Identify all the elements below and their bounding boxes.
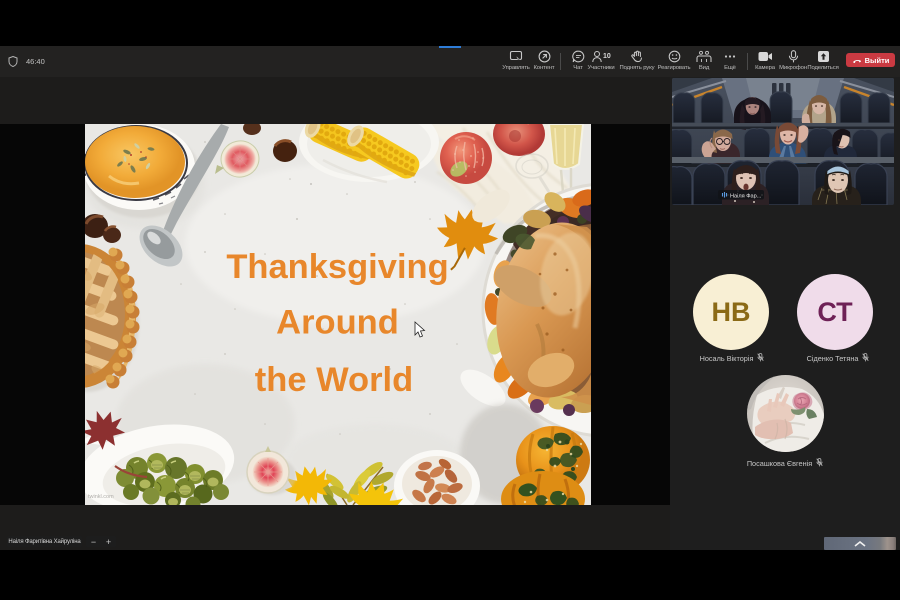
- svg-text:twinkl.com: twinkl.com: [88, 494, 114, 500]
- svg-text:the World: the World: [255, 361, 413, 399]
- svg-text:Наіля Фар...: Наіля Фар...: [730, 194, 762, 200]
- svg-text:Around: Around: [276, 304, 399, 342]
- svg-text:Thanksgiving: Thanksgiving: [226, 248, 448, 286]
- svg-text:10: 10: [603, 53, 611, 60]
